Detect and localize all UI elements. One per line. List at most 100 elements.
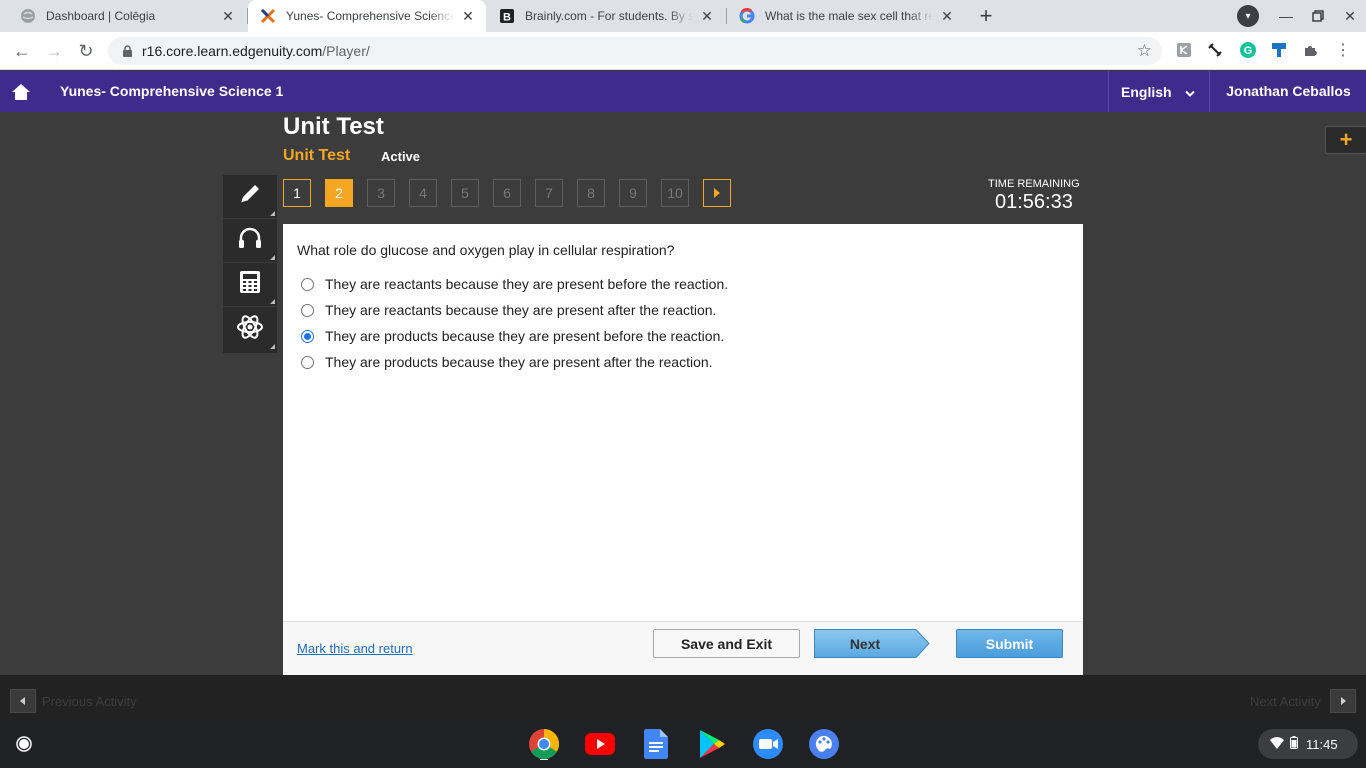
menu-kebab-icon[interactable]: ⋮ [1334,41,1352,59]
tab-title: Dashboard | Colēgia [46,9,156,23]
timer-value: 01:56:33 [995,191,1073,213]
question-8-button[interactable]: 8 [577,179,605,207]
activity-status: Active [381,149,421,164]
google-docs-icon[interactable] [640,728,672,760]
pencil-tool[interactable] [223,175,277,219]
answer-option-selected[interactable]: They are products because they are prese… [301,326,724,346]
activity-name: Unit Test [283,147,351,164]
atom-tool[interactable] [223,307,277,351]
reload-icon[interactable]: ↻ [74,39,98,63]
forward-icon[interactable]: → [42,39,66,63]
question-9-button[interactable]: 9 [619,179,647,207]
question-6-button[interactable]: 6 [493,179,521,207]
question-10-button[interactable]: 10 [661,179,689,207]
close-icon[interactable]: ✕ [220,8,236,24]
radio-button-checked[interactable] [301,329,314,343]
answer-option[interactable]: They are reactants because they are pres… [301,274,728,294]
address-bar[interactable]: r16.core.learn.edgenuity.com/Player/ ☆ [108,37,1162,65]
url-text: r16.core.learn.edgenuity.com/Player/ [142,43,370,59]
headphones-icon [237,226,263,255]
extension-icon[interactable] [1175,41,1193,59]
page-title: Unit Test [283,113,384,140]
lock-icon[interactable] [120,44,134,58]
corner-icon [270,344,275,349]
answer-option[interactable]: They are products because they are prese… [301,352,713,372]
corner-icon [270,211,275,216]
question-3-button[interactable]: 3 [367,179,395,207]
radio-button[interactable] [301,355,314,369]
svg-text:B: B [503,12,511,24]
next-question-button[interactable] [703,179,731,207]
google-icon [739,8,755,24]
minimize-icon[interactable]: — [1274,4,1298,28]
extension-icon[interactable] [1270,41,1288,59]
headphones-tool[interactable] [223,219,277,263]
previous-activity-button[interactable] [10,689,36,713]
app-header: Yunes- Comprehensive Science 1 English J… [0,71,1366,112]
answer-text: They are products because they are prese… [325,354,713,370]
play-store-icon[interactable] [696,728,728,760]
browser-tab-strip: Dashboard | Colēgia ✕ Yunes- Comprehensi… [0,0,1366,32]
question-1-button[interactable]: 1 [283,179,311,207]
restore-icon[interactable] [1306,4,1330,28]
activity-bar: Previous Activity Next Activity [0,675,1366,720]
edgenuity-icon [260,8,276,24]
launcher-icon[interactable] [10,730,38,758]
tab-search-icon[interactable]: ▾ [1237,5,1259,27]
url-host: r16.core.learn.edgenuity.com [142,43,323,59]
play-arrow-icon [713,185,721,201]
radio-button[interactable] [301,277,314,291]
puzzle-icon[interactable] [1302,41,1320,59]
zoom-icon[interactable] [752,728,784,760]
question-7-button[interactable]: 7 [535,179,563,207]
corner-icon [270,255,275,260]
question-5-button[interactable]: 5 [451,179,479,207]
radio-button[interactable] [301,303,314,317]
tool-sidebar [223,175,277,353]
status-tray[interactable]: 11:45 [1258,729,1358,759]
course-title: Yunes- Comprehensive Science 1 [60,83,284,99]
question-2-button[interactable]: 2 [325,179,353,207]
answer-option[interactable]: They are reactants because they are pres… [301,300,716,320]
browser-tab-active[interactable]: Yunes- Comprehensive Science 1 ✕ [248,0,486,32]
bookmark-star-icon[interactable]: ☆ [1137,41,1152,61]
browser-tab[interactable]: B Brainly.com - For students. By student… [487,0,725,32]
save-and-exit-button[interactable]: Save and Exit [653,629,800,658]
left-arrow-icon [20,692,26,710]
right-arrow-icon [1340,692,1346,710]
mark-and-return-link[interactable]: Mark this and return [297,641,413,656]
youtube-icon[interactable] [584,728,616,760]
next-activity-button[interactable] [1330,689,1356,713]
back-icon[interactable]: ← [10,39,34,63]
user-name[interactable]: Jonathan Ceballos [1211,71,1366,112]
next-button[interactable]: Next [814,629,930,658]
question-4-button[interactable]: 4 [409,179,437,207]
question-navigator: 1 2 3 4 5 6 7 8 9 10 [283,179,745,209]
canvas-icon[interactable] [808,728,840,760]
language-label: English [1121,83,1172,100]
home-icon[interactable] [0,71,42,112]
language-select[interactable]: English [1108,71,1210,112]
tab-title: What is the male sex cell that results [765,9,933,23]
close-icon[interactable]: ✕ [460,8,476,24]
pencil-icon [237,181,263,212]
corner-icon [270,299,275,304]
close-window-icon[interactable]: ✕ [1338,4,1362,28]
submit-button[interactable]: Submit [956,629,1063,658]
close-icon[interactable]: ✕ [939,8,955,24]
browser-tab[interactable]: What is the male sex cell that results ✕ [727,0,965,32]
browser-tab[interactable]: Dashboard | Colēgia ✕ [8,0,246,32]
question-footer: Mark this and return Save and Exit Next … [283,621,1083,675]
calculator-icon [239,270,261,299]
chrome-icon[interactable] [528,728,560,760]
new-tab-button[interactable]: + [972,2,1000,30]
previous-activity-label[interactable]: Previous Activity [42,694,137,709]
extension-icon[interactable] [1206,41,1224,59]
calculator-tool[interactable] [223,263,277,307]
brainly-icon: B [499,8,515,24]
grammarly-icon[interactable]: G [1239,41,1257,59]
close-icon[interactable]: ✕ [699,8,715,24]
clock-time: 11:45 [1306,736,1338,752]
next-activity-label[interactable]: Next Activity [1250,694,1321,709]
plus-icon[interactable]: + [1325,126,1366,154]
